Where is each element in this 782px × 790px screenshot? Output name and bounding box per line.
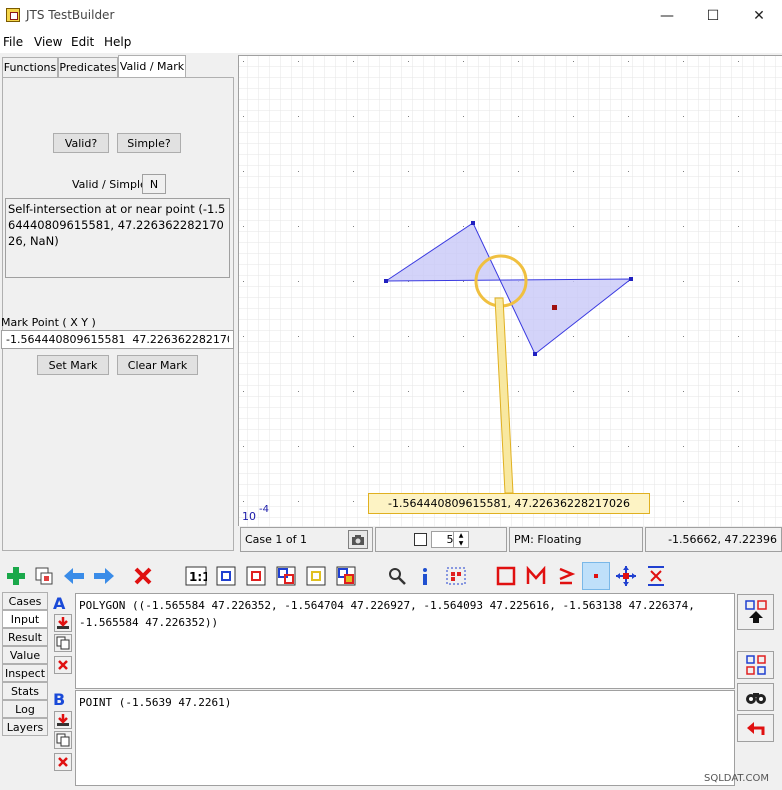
draw-line-icon[interactable] bbox=[523, 563, 549, 589]
window-title: JTS TestBuilder bbox=[26, 8, 115, 22]
move-vertex-icon[interactable] bbox=[613, 563, 639, 589]
tab-cases[interactable]: Cases bbox=[2, 592, 48, 610]
magnify-icon[interactable] bbox=[384, 563, 410, 589]
undo-icon[interactable] bbox=[737, 714, 774, 742]
set-mark-button[interactable]: Set Mark bbox=[37, 355, 109, 375]
tab-valid-mark[interactable]: Valid / Mark bbox=[118, 55, 186, 77]
vertex[interactable] bbox=[384, 279, 388, 283]
tab-log[interactable]: Log bbox=[2, 700, 48, 718]
watermark: SQLDAT.COM bbox=[704, 773, 769, 784]
next-icon[interactable] bbox=[91, 563, 117, 589]
tab-inspect[interactable]: Inspect bbox=[2, 664, 48, 682]
clear-mark-button[interactable]: Clear Mark bbox=[117, 355, 198, 375]
tab-functions[interactable]: Functions bbox=[2, 57, 58, 77]
validation-message: Self-intersection at or near point (-1.5… bbox=[5, 198, 230, 278]
tab-result[interactable]: Result bbox=[2, 628, 48, 646]
draw-point-icon[interactable] bbox=[582, 562, 610, 590]
title-bar: JTS TestBuilder — ☐ ✕ bbox=[0, 0, 782, 31]
precision-status: PM: Floating bbox=[509, 527, 643, 552]
function-panel: Functions Predicates Valid / Mark bbox=[0, 55, 236, 551]
scale-base: 10 bbox=[242, 510, 256, 523]
draw-lines-icon[interactable] bbox=[553, 563, 579, 589]
auto-checkbox[interactable] bbox=[414, 533, 427, 546]
delete-vertex-icon[interactable] bbox=[643, 563, 669, 589]
exchange-geometries-icon[interactable] bbox=[737, 651, 774, 679]
toolbar: 1:1 bbox=[0, 560, 782, 590]
delete-icon[interactable] bbox=[130, 563, 156, 589]
tab-value[interactable]: Value bbox=[2, 646, 48, 664]
menu-file[interactable]: File bbox=[3, 35, 23, 49]
valid-button[interactable]: Valid? bbox=[53, 133, 109, 153]
tab-layers[interactable]: Layers bbox=[2, 718, 48, 736]
zoom-result-icon[interactable] bbox=[333, 563, 359, 589]
tab-input[interactable]: Input bbox=[2, 610, 48, 628]
tab-predicates[interactable]: Predicates bbox=[58, 57, 118, 77]
scale-exponent: -4 bbox=[259, 504, 269, 515]
case-label: Case 1 of 1 bbox=[245, 533, 308, 546]
vertex[interactable] bbox=[629, 277, 633, 281]
simple-button[interactable]: Simple? bbox=[117, 133, 181, 153]
extract-icon[interactable] bbox=[443, 563, 469, 589]
spinner-arrows-icon[interactable]: ▲ ▼ bbox=[453, 531, 468, 548]
copy-case-icon[interactable] bbox=[31, 563, 57, 589]
canvas-svg[interactable] bbox=[239, 56, 782, 527]
clear-b-icon[interactable] bbox=[54, 753, 72, 771]
minimize-button[interactable]: — bbox=[644, 0, 690, 31]
maximize-button[interactable]: ☐ bbox=[690, 0, 736, 31]
copy-b-icon[interactable] bbox=[54, 731, 72, 749]
menu-view[interactable]: View bbox=[34, 35, 62, 49]
vertex[interactable] bbox=[533, 352, 537, 356]
draw-polygon-icon[interactable] bbox=[493, 563, 519, 589]
app-icon bbox=[6, 8, 20, 22]
geometry-a-text[interactable]: POLYGON ((-1.565584 47.226352, -1.564704… bbox=[75, 593, 735, 689]
geometry-b-text[interactable]: POINT (-1.5639 47.2261) bbox=[75, 690, 735, 786]
cursor-coordinates: -1.56662, 47.22396 bbox=[668, 533, 777, 546]
zoom-all-icon[interactable] bbox=[213, 563, 239, 589]
mark-tooltip: -1.564440809615581, 47.22636228217026 bbox=[368, 493, 650, 514]
copy-a-icon[interactable] bbox=[54, 634, 72, 652]
menu-bar: File View Edit Help bbox=[0, 31, 782, 53]
valid-simple-value: N bbox=[142, 174, 166, 194]
zoom-b-icon[interactable] bbox=[303, 563, 329, 589]
menu-edit[interactable]: Edit bbox=[71, 35, 94, 49]
valid-simple-label: Valid / Simple bbox=[72, 178, 147, 191]
mark-point-input[interactable] bbox=[1, 330, 234, 349]
vertex[interactable] bbox=[471, 221, 475, 225]
point-b[interactable] bbox=[552, 305, 557, 310]
camera-icon[interactable] bbox=[348, 530, 368, 549]
load-b-icon[interactable] bbox=[54, 711, 72, 729]
zoom-ab-icon[interactable] bbox=[273, 563, 299, 589]
zoom-1-1-icon[interactable]: 1:1 bbox=[183, 563, 209, 589]
cursor-status: -1.56662, 47.22396 bbox=[645, 527, 782, 552]
binoculars-icon[interactable] bbox=[737, 683, 774, 711]
send-to-test-icon[interactable] bbox=[737, 594, 774, 630]
geometry-b-label: B bbox=[53, 690, 66, 709]
svg-text:1:1: 1:1 bbox=[189, 570, 207, 584]
geometry-canvas[interactable]: -1.564440809615581, 47.22636228217026 10… bbox=[238, 55, 782, 527]
tab-stats[interactable]: Stats bbox=[2, 682, 48, 700]
menu-help[interactable]: Help bbox=[104, 35, 131, 49]
geometry-a-label: A bbox=[53, 594, 66, 613]
status-bar: Case 1 of 1 5 ▲ ▼ PM: Floating -1.56662, … bbox=[238, 527, 782, 552]
precision-label: PM: Floating bbox=[514, 533, 582, 546]
mark-point-label: Mark Point ( X Y ) bbox=[1, 316, 96, 329]
clear-a-icon[interactable] bbox=[54, 656, 72, 674]
prev-icon[interactable] bbox=[61, 563, 87, 589]
close-button[interactable]: ✕ bbox=[736, 0, 782, 31]
zoom-a-icon[interactable] bbox=[243, 563, 269, 589]
load-a-icon[interactable] bbox=[54, 614, 72, 632]
add-icon[interactable] bbox=[3, 563, 29, 589]
info-icon[interactable] bbox=[412, 563, 438, 589]
